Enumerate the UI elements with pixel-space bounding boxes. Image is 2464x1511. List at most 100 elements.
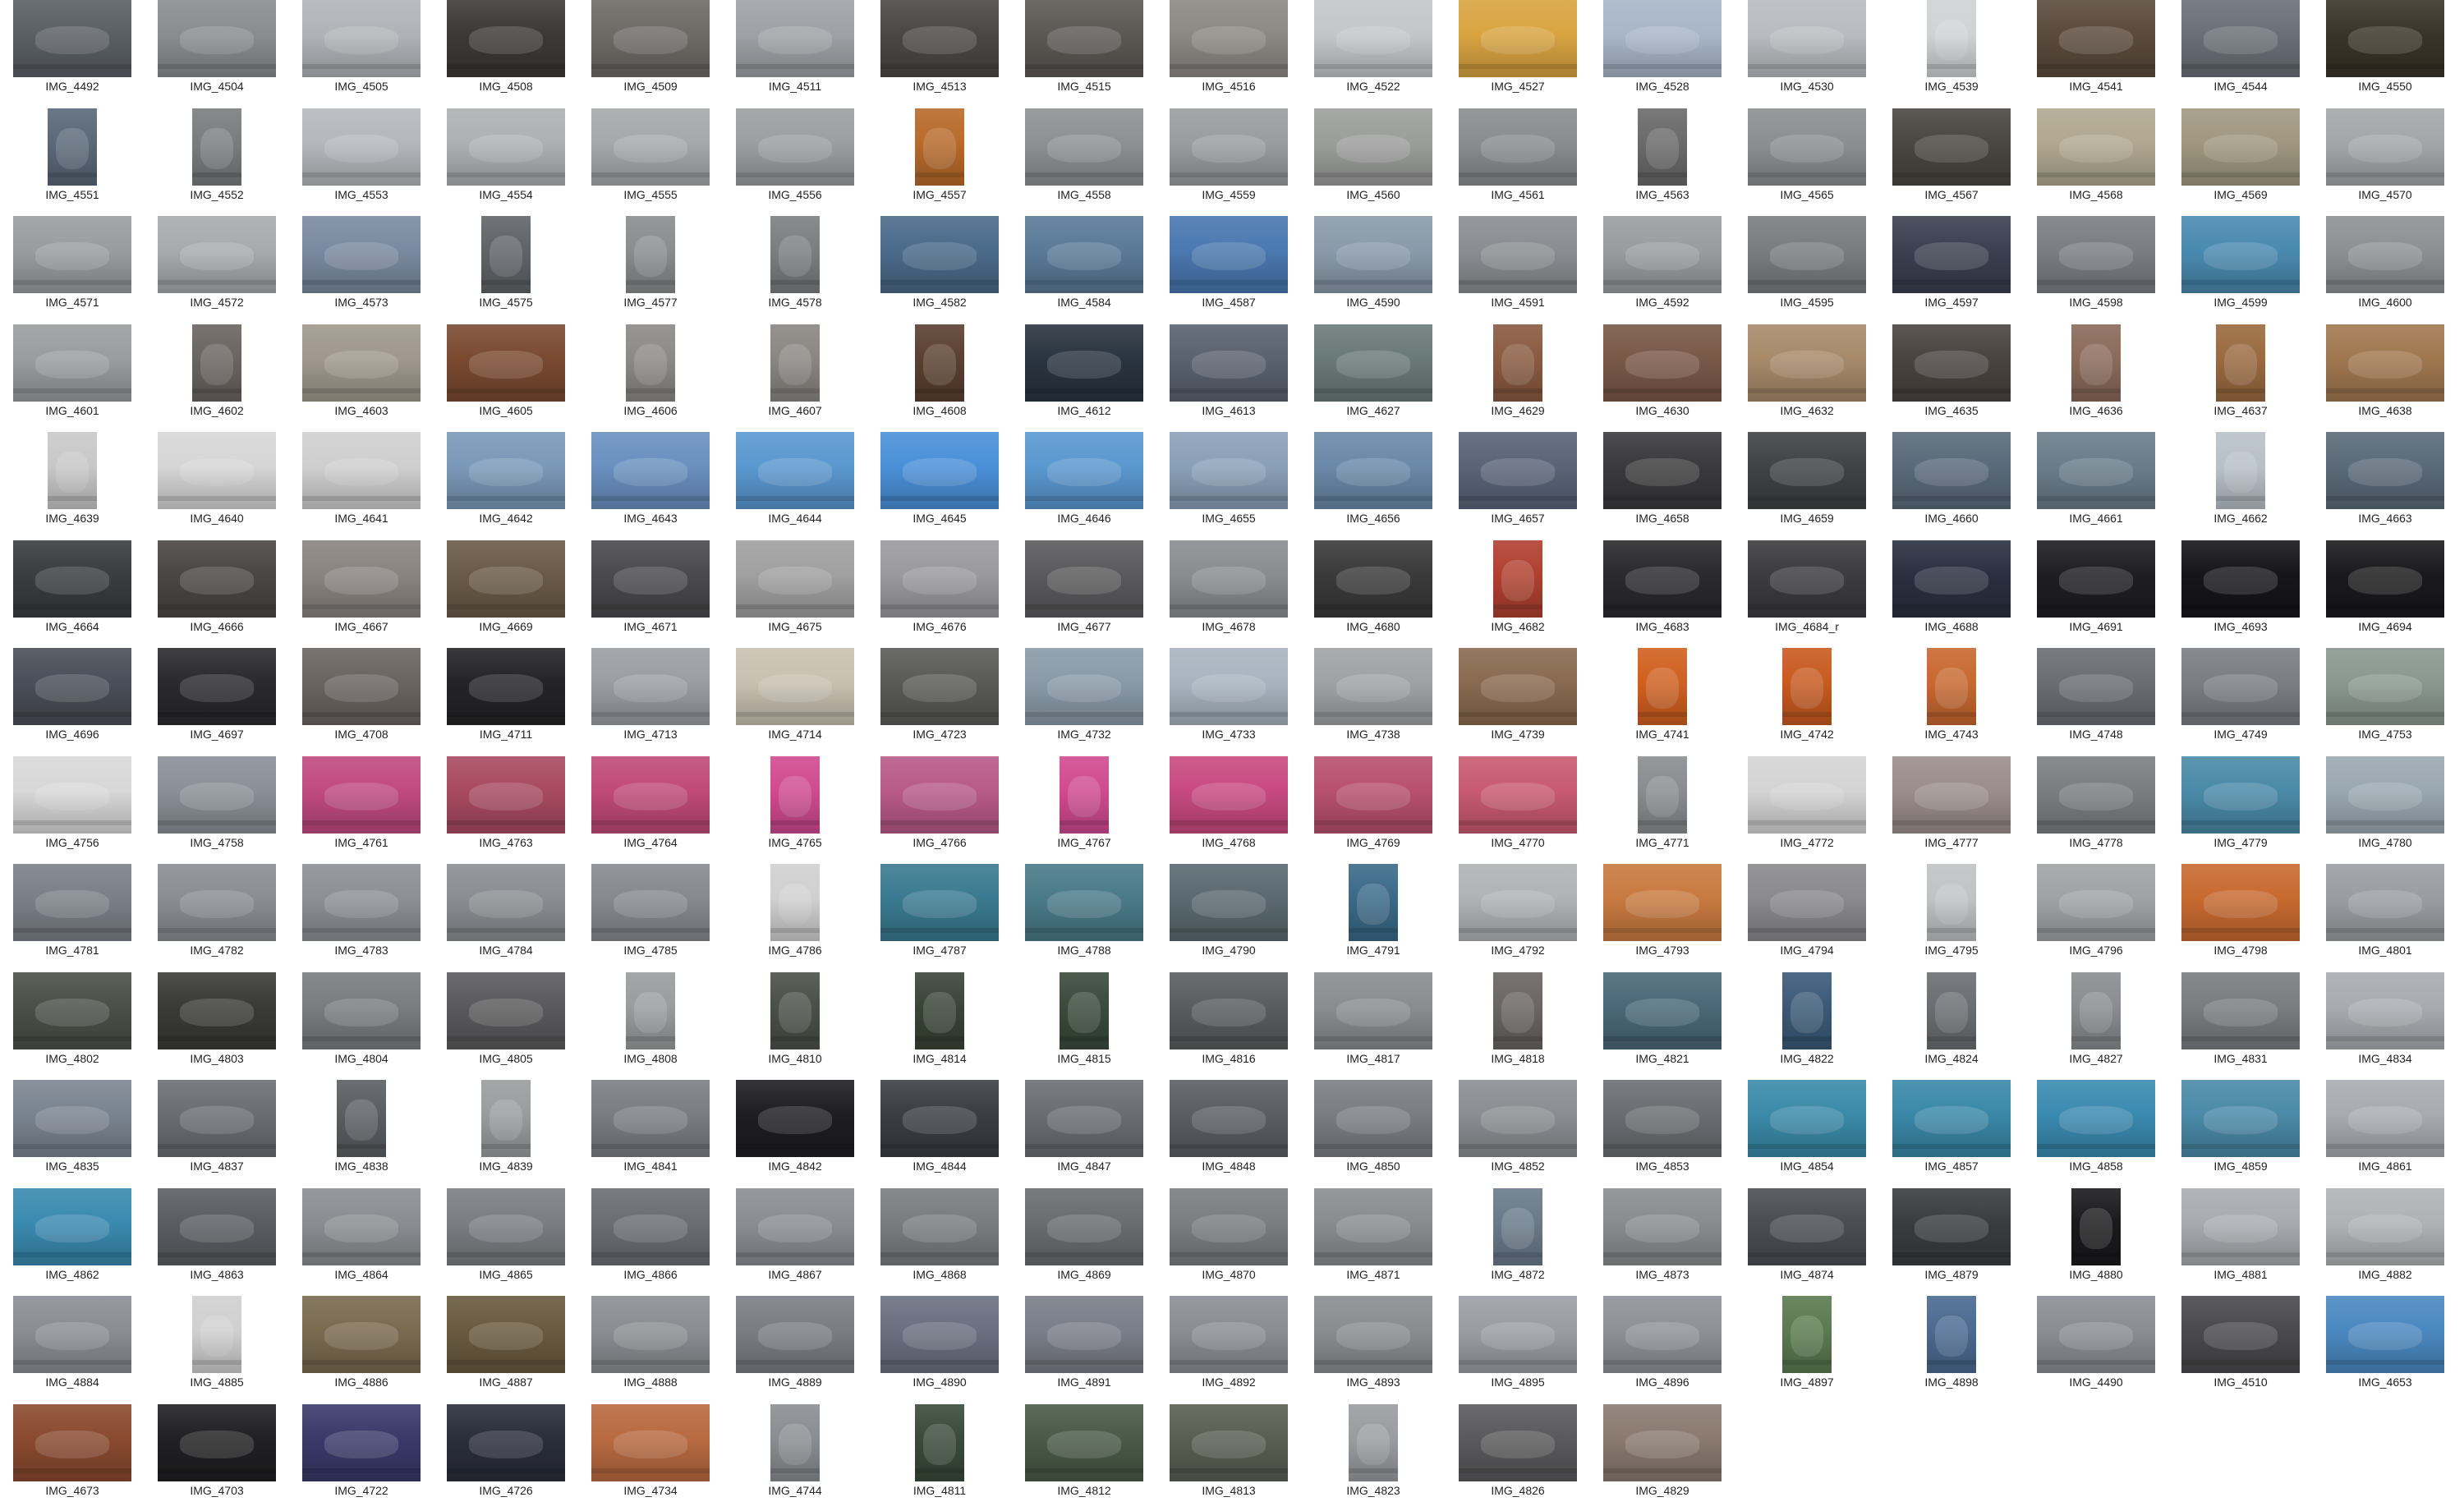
thumbnail-item[interactable]: IMG_4606 [578, 324, 723, 429]
thumbnail-image[interactable] [302, 1187, 421, 1265]
thumbnail-image[interactable] [481, 1080, 531, 1157]
thumbnail-image[interactable] [1603, 864, 1722, 941]
thumbnail-item[interactable]: IMG_4812 [1012, 1403, 1156, 1509]
thumbnail-item[interactable]: IMG_4603 [289, 324, 434, 429]
thumbnail-image[interactable] [736, 540, 854, 618]
thumbnail-item[interactable]: IMG_4522 [1301, 0, 1446, 105]
thumbnail-image[interactable] [13, 971, 131, 1049]
thumbnail-image[interactable] [447, 1296, 565, 1373]
thumbnail-image[interactable] [1927, 648, 1976, 725]
thumbnail-image[interactable] [880, 540, 999, 618]
thumbnail-image[interactable] [1459, 216, 1577, 293]
thumbnail-image[interactable] [1748, 216, 1866, 293]
thumbnail-image[interactable] [1025, 1296, 1143, 1373]
thumbnail-item[interactable]: IMG_4783 [289, 864, 434, 969]
thumbnail-item[interactable]: IMG_4772 [1735, 756, 1879, 861]
thumbnail-image[interactable] [2037, 216, 2155, 293]
thumbnail-item[interactable]: IMG_4645 [867, 432, 1012, 537]
thumbnail-image[interactable] [1170, 540, 1288, 618]
thumbnail-item[interactable]: IMG_4781 [0, 864, 145, 969]
thumbnail-item[interactable]: IMG_4770 [1446, 756, 1590, 861]
thumbnail-item[interactable]: IMG_4753 [2313, 648, 2457, 753]
thumbnail-image[interactable] [591, 540, 710, 618]
thumbnail-image[interactable] [2181, 1296, 2300, 1373]
thumbnail-image[interactable] [1170, 108, 1288, 186]
thumbnail-image[interactable] [770, 756, 820, 834]
thumbnail-item[interactable]: IMG_4756 [0, 756, 145, 861]
thumbnail-item[interactable]: IMG_4636 [2024, 324, 2168, 429]
thumbnail-item[interactable]: IMG_4662 [2168, 432, 2313, 537]
thumbnail-image[interactable] [2326, 1080, 2444, 1157]
thumbnail-image[interactable] [2037, 648, 2155, 725]
thumbnail-image[interactable] [1748, 0, 1866, 77]
thumbnail-item[interactable]: IMG_4785 [578, 864, 723, 969]
thumbnail-image[interactable] [770, 971, 820, 1049]
thumbnail-item[interactable]: IMG_4838 [289, 1080, 434, 1185]
thumbnail-item[interactable]: IMG_4601 [0, 324, 145, 429]
thumbnail-item[interactable]: IMG_4827 [2024, 971, 2168, 1077]
thumbnail-item[interactable]: IMG_4748 [2024, 648, 2168, 753]
thumbnail-item[interactable]: IMG_4627 [1301, 324, 1446, 429]
thumbnail-image[interactable] [1603, 1296, 1722, 1373]
thumbnail-item[interactable]: IMG_4515 [1012, 0, 1156, 105]
thumbnail-item[interactable]: IMG_4767 [1012, 756, 1156, 861]
thumbnail-item[interactable]: IMG_4605 [434, 324, 578, 429]
thumbnail-image[interactable] [2326, 432, 2444, 509]
thumbnail-item[interactable]: IMG_4868 [867, 1187, 1012, 1293]
thumbnail-image[interactable] [1314, 756, 1432, 834]
thumbnail-item[interactable]: IMG_4873 [1590, 1187, 1735, 1293]
thumbnail-item[interactable]: IMG_4870 [1156, 1187, 1301, 1293]
thumbnail-item[interactable]: IMG_4804 [289, 971, 434, 1077]
thumbnail-item[interactable]: IMG_4758 [145, 756, 289, 861]
thumbnail-item[interactable]: IMG_4556 [723, 108, 867, 214]
thumbnail-item[interactable]: IMG_4881 [2168, 1187, 2313, 1293]
thumbnail-item[interactable]: IMG_4867 [723, 1187, 867, 1293]
thumbnail-image[interactable] [1314, 0, 1432, 77]
thumbnail-image[interactable] [1170, 756, 1288, 834]
thumbnail-item[interactable]: IMG_4761 [289, 756, 434, 861]
thumbnail-image[interactable] [1459, 432, 1577, 509]
thumbnail-item[interactable]: IMG_4673 [0, 1403, 145, 1509]
thumbnail-item[interactable]: IMG_4786 [723, 864, 867, 969]
thumbnail-image[interactable] [770, 864, 820, 941]
thumbnail-image[interactable] [2037, 1080, 2155, 1157]
thumbnail-image[interactable] [13, 756, 131, 834]
thumbnail-item[interactable]: IMG_4795 [1879, 864, 2024, 969]
thumbnail-image[interactable] [2181, 1080, 2300, 1157]
thumbnail-item[interactable]: IMG_4528 [1590, 0, 1735, 105]
thumbnail-image[interactable] [591, 756, 710, 834]
thumbnail-item[interactable]: IMG_4896 [1590, 1296, 1735, 1401]
thumbnail-image[interactable] [1314, 1080, 1432, 1157]
thumbnail-item[interactable]: IMG_4677 [1012, 540, 1156, 645]
thumbnail-item[interactable]: IMG_4814 [867, 971, 1012, 1077]
thumbnail-item[interactable]: IMG_4703 [145, 1403, 289, 1509]
thumbnail-item[interactable]: IMG_4505 [289, 0, 434, 105]
thumbnail-item[interactable]: IMG_4764 [578, 756, 723, 861]
thumbnail-image[interactable] [1927, 864, 1976, 941]
thumbnail-item[interactable]: IMG_4595 [1735, 216, 1879, 321]
thumbnail-item[interactable]: IMG_4554 [434, 108, 578, 214]
thumbnail-image[interactable] [770, 216, 820, 293]
thumbnail-image[interactable] [880, 432, 999, 509]
thumbnail-image[interactable] [302, 540, 421, 618]
thumbnail-item[interactable]: IMG_4893 [1301, 1296, 1446, 1401]
thumbnail-item[interactable]: IMG_4509 [578, 0, 723, 105]
thumbnail-item[interactable]: IMG_4657 [1446, 432, 1590, 537]
thumbnail-item[interactable]: IMG_4640 [145, 432, 289, 537]
thumbnail-item[interactable]: IMG_4872 [1446, 1187, 1590, 1293]
thumbnail-image[interactable] [915, 108, 964, 186]
thumbnail-image[interactable] [302, 864, 421, 941]
thumbnail-image[interactable] [1170, 1080, 1288, 1157]
thumbnail-image[interactable] [1459, 108, 1577, 186]
thumbnail-image[interactable] [2181, 864, 2300, 941]
thumbnail-image[interactable] [48, 432, 97, 509]
thumbnail-image[interactable] [192, 324, 241, 402]
thumbnail-image[interactable] [1892, 756, 2011, 834]
thumbnail-image[interactable] [158, 1187, 276, 1265]
thumbnail-item[interactable]: IMG_4590 [1301, 216, 1446, 321]
thumbnail-item[interactable]: IMG_4857 [1879, 1080, 2024, 1185]
thumbnail-image[interactable] [1603, 0, 1722, 77]
thumbnail-image[interactable] [1603, 540, 1722, 618]
thumbnail-item[interactable]: IMG_4541 [2024, 0, 2168, 105]
thumbnail-item[interactable]: IMG_4539 [1879, 0, 2024, 105]
